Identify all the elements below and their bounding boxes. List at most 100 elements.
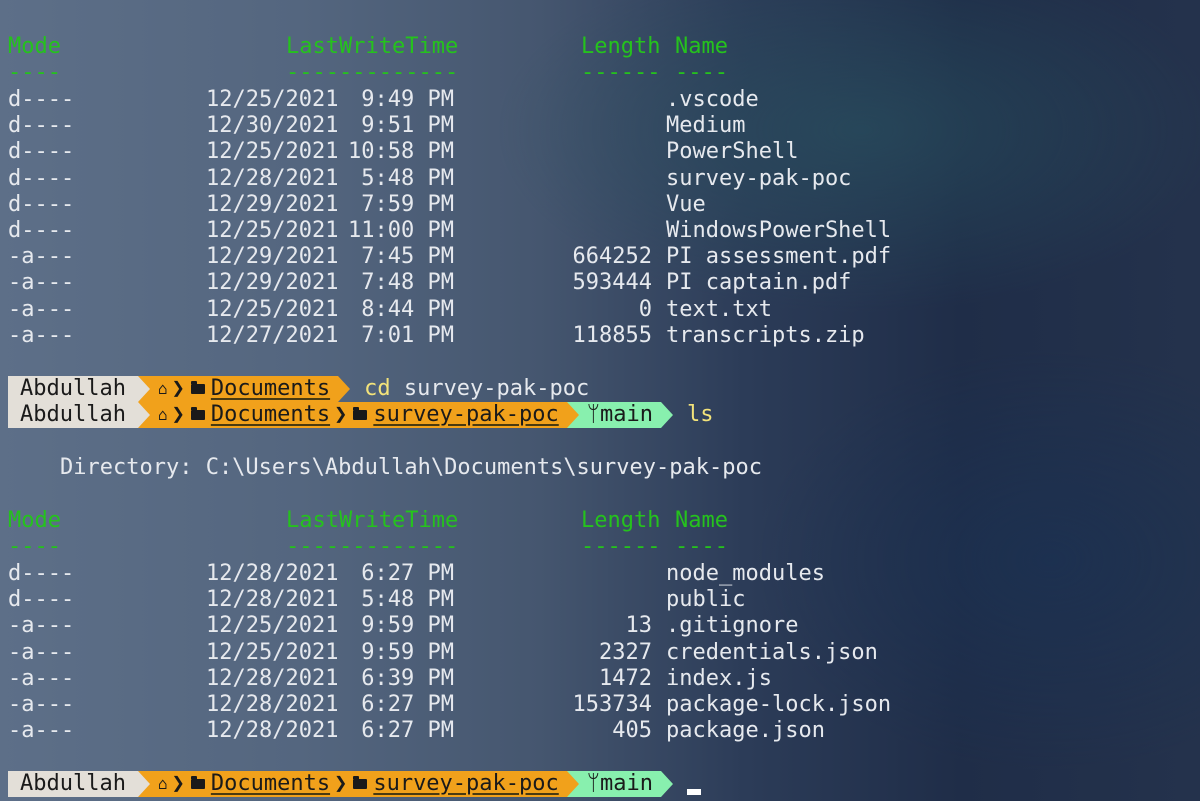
item-name: WindowsPowerShell: [666, 218, 892, 243]
item-mode: -a---: [8, 296, 75, 322]
prompt-line-1: Abdullah ⌂ ❯ Documents cd survey-pak-poc: [8, 376, 589, 402]
folder-icon: [353, 407, 368, 420]
item-time: 9:51 PM: [361, 113, 454, 139]
item-time: 7:48 PM: [361, 270, 454, 296]
header-name: Name: [675, 508, 728, 533]
item-mode: d----: [8, 139, 75, 165]
item-mode: -a---: [8, 270, 75, 296]
chevron-right-icon: ❯: [334, 402, 348, 427]
home-icon: ⌂: [157, 405, 168, 424]
prompt-subfolder: survey-pak-poc: [373, 771, 559, 796]
underline-length: ------: [581, 60, 661, 85]
chevron-right-icon: [137, 771, 150, 797]
prompt-path-segment: ⌂ ❯ Documents: [149, 376, 339, 402]
chevron-right-icon: [338, 376, 351, 402]
item-time: 5:48 PM: [361, 587, 454, 613]
item-length: 405: [612, 718, 652, 744]
git-branch-icon: ᛘ: [586, 402, 600, 427]
underline-mode: ----: [8, 60, 61, 85]
prompt-folder: Documents: [210, 376, 331, 401]
header-length: Length: [581, 508, 661, 533]
listing2-header: Mode LastWriteTime Length Name: [8, 508, 1192, 534]
list-item: -a--- 12/28/2021 6:27 PM 153734 package-lock…: [8, 692, 1192, 718]
item-name: PowerShell: [666, 139, 799, 165]
item-name: Vue: [666, 191, 706, 217]
prompt-folder: Documents: [210, 771, 331, 796]
item-date: 12/29/2021: [206, 270, 339, 296]
chevron-right-icon: [660, 771, 673, 797]
list-item: -a--- 12/25/2021 9:59 PM 13 .gitignore: [8, 613, 1192, 639]
folder-icon: [190, 776, 205, 789]
prompt-user: Abdullah: [8, 771, 138, 797]
item-name: PI captain.pdf: [666, 270, 852, 296]
list-item: -a--- 12/28/2021 6:27 PM 405 package.json: [8, 718, 1192, 744]
item-mode: d----: [8, 113, 75, 139]
list-item: -a--- 12/28/2021 6:39 PM 1472 index.js: [8, 666, 1192, 692]
command-name: cd: [364, 376, 391, 401]
item-date: 12/29/2021: [206, 244, 339, 270]
item-time: 9:49 PM: [361, 87, 454, 112]
item-name: credentials.json: [666, 639, 878, 665]
list-item: -a--- 12/27/2021 7:01 PM 118855 transcripts.…: [8, 323, 1192, 349]
header-lastwritetime: LastWriteTime: [286, 34, 459, 59]
item-name: index.js: [666, 665, 772, 691]
item-date: 12/28/2021: [206, 692, 339, 717]
chevron-right-icon: ❯: [171, 771, 185, 796]
header-mode: Mode: [8, 34, 61, 59]
item-length: 0: [638, 296, 652, 322]
header-length: Length: [581, 34, 661, 59]
underline-lastwritetime: -------------: [286, 60, 459, 85]
chevron-right-icon: [137, 402, 150, 428]
item-name: node_modules: [666, 561, 825, 586]
item-date: 12/25/2021: [206, 218, 339, 243]
typed-command: ls: [686, 402, 714, 427]
prompt-path-segment: ⌂ ❯ Documents ❯ survey-pak-poc: [149, 402, 567, 428]
home-icon: ⌂: [157, 379, 168, 398]
item-date: 12/30/2021: [206, 113, 339, 139]
text-cursor[interactable]: [686, 789, 701, 795]
prompt-git-segment: ᛘ main: [578, 771, 661, 797]
item-date: 12/29/2021: [206, 191, 339, 217]
folder-icon: [190, 381, 205, 394]
list-item: -a--- 12/29/2021 7:48 PM 593444 PI captain.p…: [8, 270, 1192, 296]
item-time: 11:00 PM: [348, 218, 454, 243]
header-name: Name: [675, 34, 728, 59]
item-name: transcripts.zip: [666, 322, 865, 348]
item-mode: -a---: [8, 692, 75, 717]
underline-length: ------: [581, 534, 661, 559]
item-time: 8:44 PM: [361, 296, 454, 322]
command-argument: survey-pak-poc: [403, 376, 590, 401]
item-mode: -a---: [8, 639, 75, 665]
item-mode: d----: [8, 87, 75, 112]
item-date: 12/25/2021: [206, 639, 339, 665]
item-time: 6:39 PM: [361, 665, 454, 691]
item-time: 7:01 PM: [361, 322, 454, 348]
item-mode: -a---: [8, 665, 75, 691]
list-item: -a--- 12/29/2021 7:45 PM 664252 PI assessmen…: [8, 244, 1192, 270]
item-time: 5:48 PM: [361, 165, 454, 191]
directory-path-line: Directory: C:\Users\Abdullah\Documents\s…: [60, 455, 762, 480]
item-time: 6:27 PM: [361, 718, 454, 744]
item-time: 9:59 PM: [361, 613, 454, 639]
item-mode: -a---: [8, 718, 75, 744]
item-date: 12/28/2021: [206, 561, 339, 586]
item-name: text.txt: [666, 296, 772, 322]
item-length: 2327: [599, 639, 652, 665]
item-length: 13: [625, 613, 653, 639]
underline-mode: ----: [8, 534, 61, 559]
item-mode: -a---: [8, 322, 75, 348]
item-name: PI assessment.pdf: [666, 244, 892, 270]
home-icon: ⌂: [157, 774, 168, 793]
item-date: 12/28/2021: [206, 165, 339, 191]
listing2-header-underline: ---- ------------- ------ ----: [8, 534, 1192, 560]
underline-name: ----: [675, 60, 728, 85]
prompt-user: Abdullah: [8, 376, 138, 402]
prompt-branch: main: [599, 771, 653, 796]
prompt-path-segment: ⌂ ❯ Documents ❯ survey-pak-poc: [149, 771, 567, 797]
chevron-right-icon: ❯: [171, 376, 185, 401]
item-name: public: [666, 587, 746, 613]
item-name: survey-pak-poc: [666, 165, 852, 191]
item-date: 12/28/2021: [206, 718, 339, 744]
item-time: 6:27 PM: [361, 561, 454, 586]
folder-icon: [190, 407, 205, 420]
